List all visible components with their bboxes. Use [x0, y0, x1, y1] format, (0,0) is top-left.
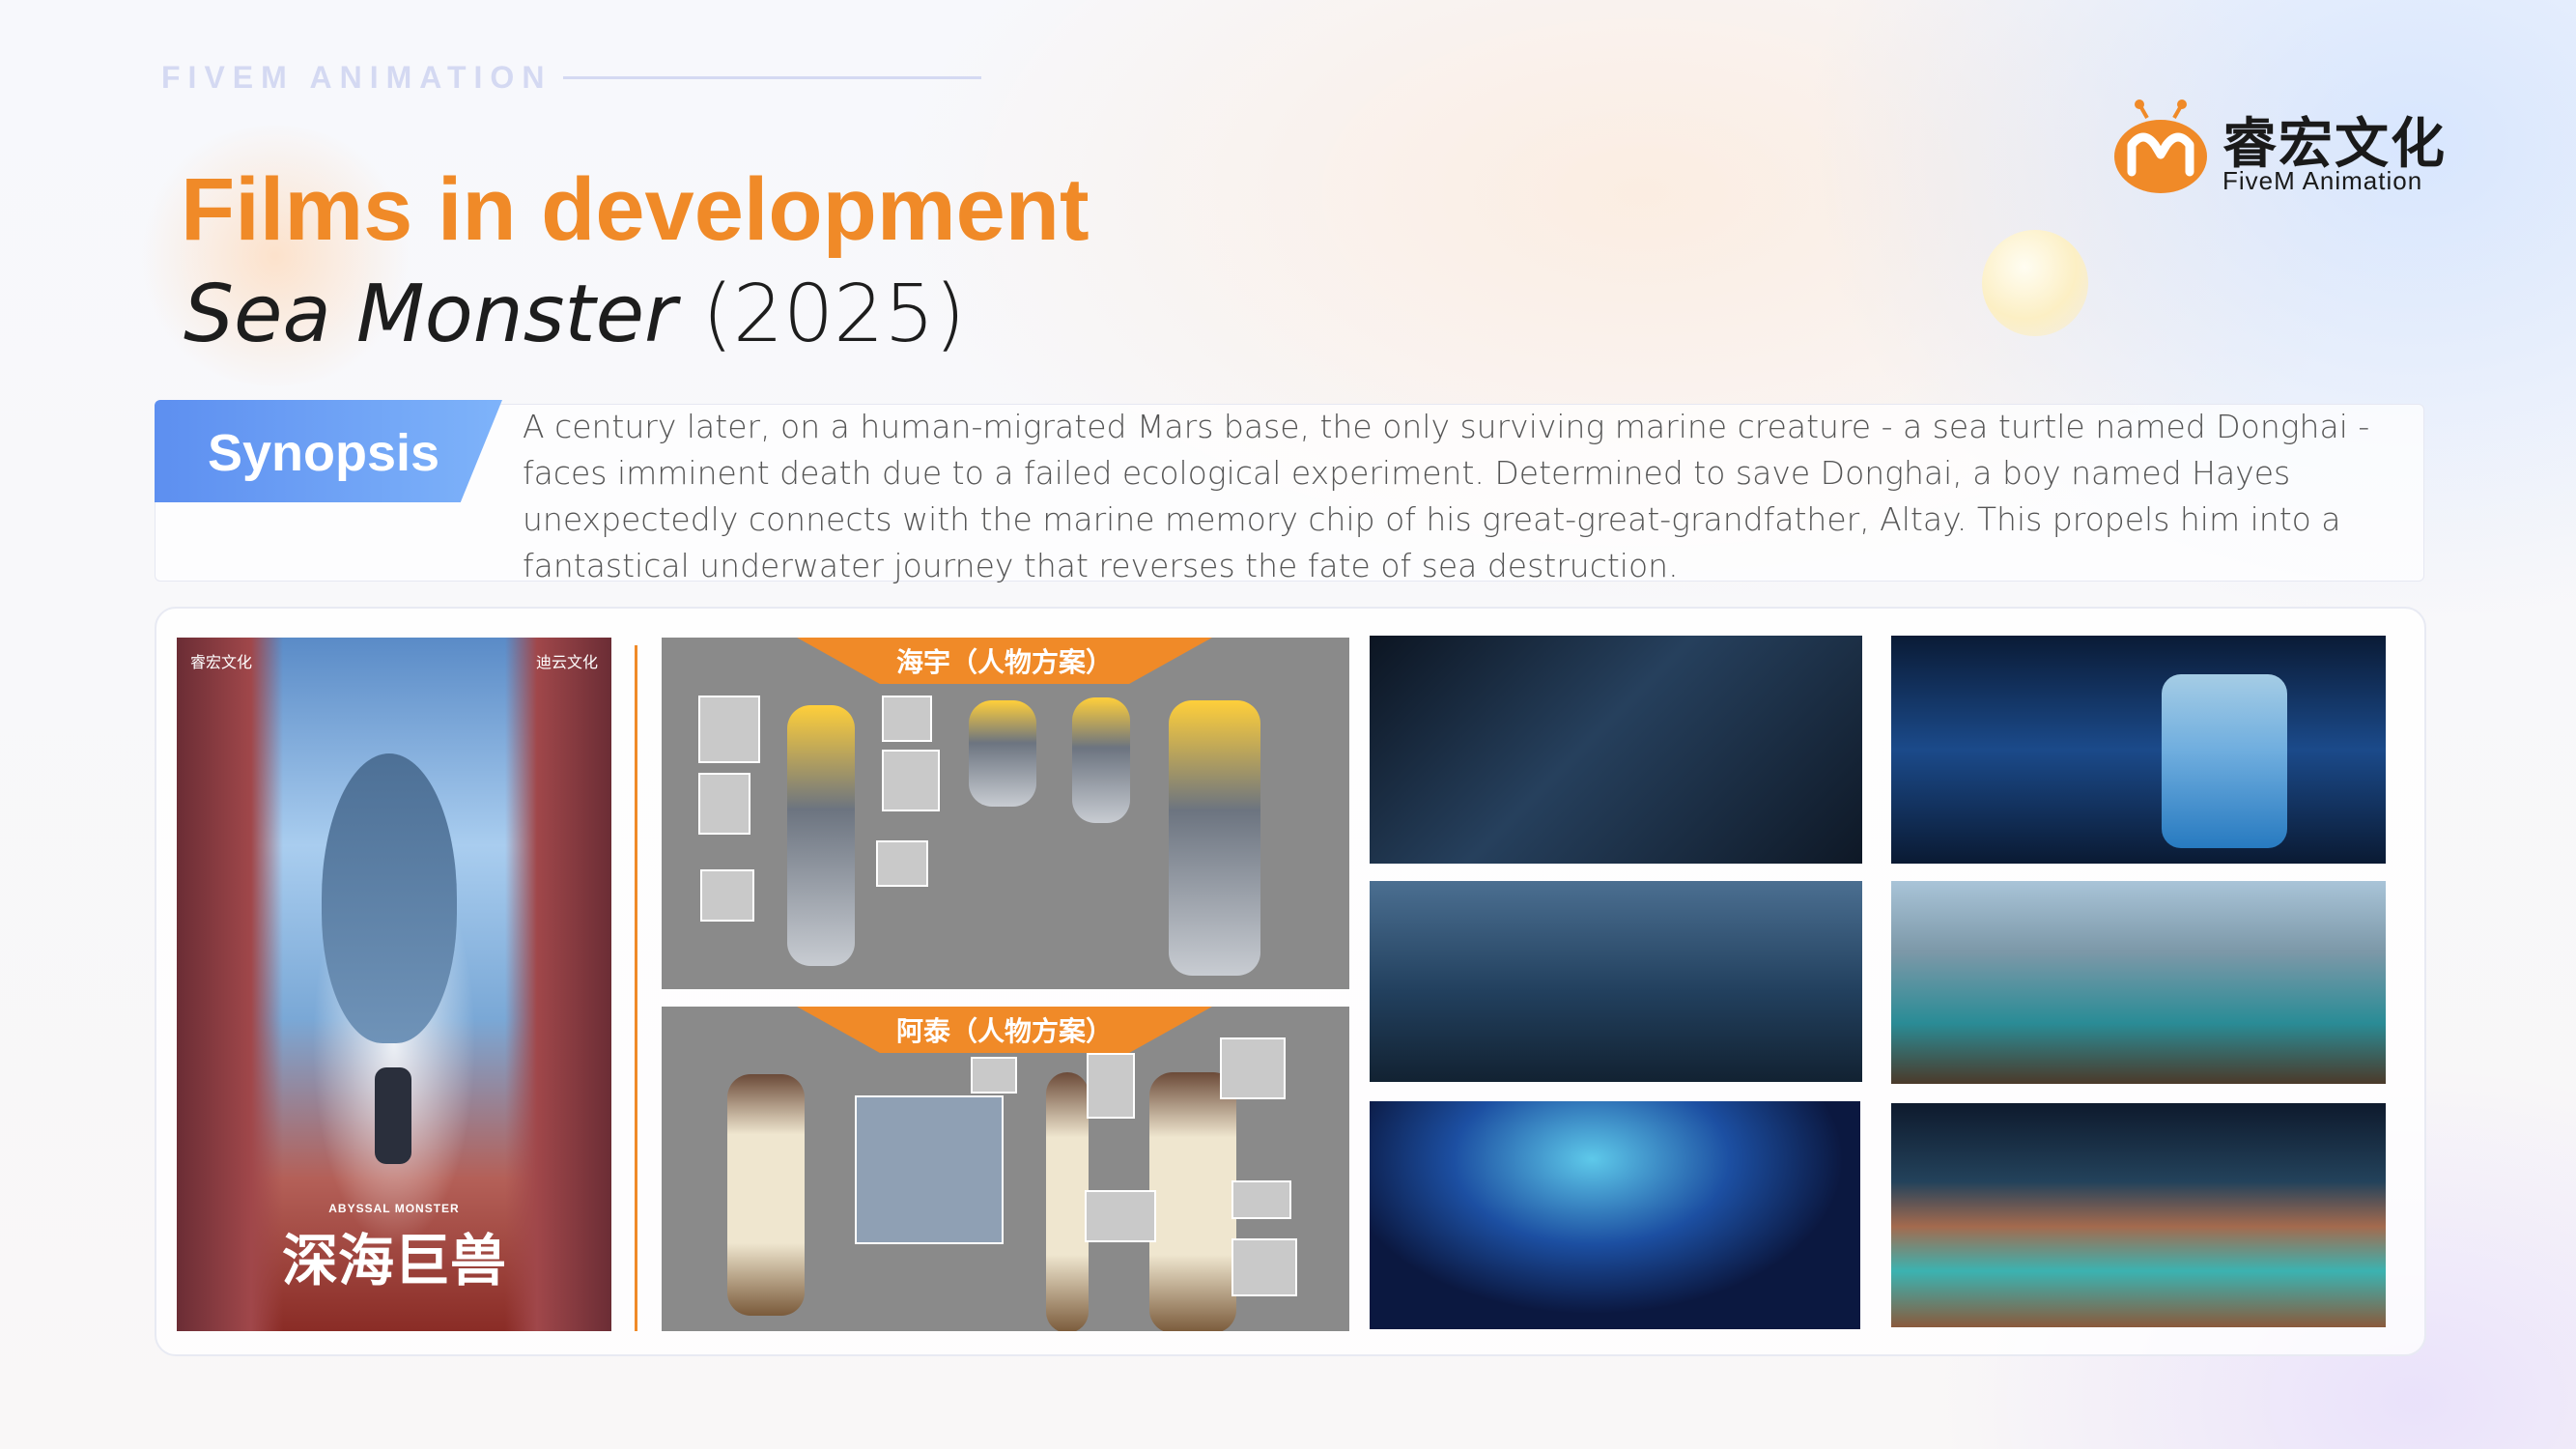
- poster-studio-right: 迪云文化: [535, 655, 598, 671]
- character-figure: [727, 1074, 805, 1316]
- character-sheet-label: 海宇（人物方案）: [895, 647, 1113, 677]
- poster-sea-monster: [322, 753, 457, 1043]
- eyebrow-rule: [563, 76, 982, 79]
- character-figure: [969, 700, 1036, 807]
- synopsis-text: A century later, on a human-migrated Mar…: [523, 408, 2370, 584]
- decorative-orb: [1982, 230, 2088, 336]
- poster-tagline: ABYSSAL MONSTER: [328, 1202, 460, 1215]
- eyebrow-header: FIVEM ANIMATION: [161, 60, 982, 96]
- sheet-thumb: [698, 696, 760, 763]
- sheet-thumb: [1220, 1037, 1286, 1099]
- movie-poster: 睿宏文化 迪云文化 ABYSSAL MONSTER 深海巨兽: [177, 638, 611, 1331]
- character-figure: [787, 705, 855, 966]
- character-sheet-banner: 海宇（人物方案）: [797, 638, 1212, 684]
- concept-art-mars-city: [1891, 1103, 2386, 1327]
- fivem-logo-icon: [2114, 99, 2207, 193]
- concept-art-space-station: [1370, 636, 1862, 864]
- synopsis-tag: Synopsis: [155, 400, 502, 502]
- concept-art-coastline: [1891, 881, 2386, 1084]
- sheet-thumb: [1087, 1053, 1135, 1119]
- sheet-thumb: [1231, 1180, 1291, 1219]
- poster-diver: [375, 1067, 411, 1164]
- poster-studio-left: 睿宏文化: [190, 655, 253, 671]
- character-sheet-haiyu: 海宇（人物方案）: [662, 638, 1349, 989]
- sheet-thumb: [1085, 1190, 1156, 1242]
- character-sheet-label: 阿泰（人物方案）: [895, 1016, 1113, 1046]
- logo-english-name: FiveM Animation: [2222, 166, 2423, 195]
- concept-art-turtle-lab: [1891, 636, 2386, 864]
- concept-art-tank: [2162, 674, 2287, 848]
- character-figure: [1149, 1072, 1236, 1331]
- sheet-thumb: [698, 773, 750, 835]
- gallery-divider: [635, 645, 637, 1331]
- concept-art-ship-deck: [1370, 881, 1862, 1082]
- sheet-thumb: [882, 750, 940, 811]
- eyebrow-text: FIVEM ANIMATION: [161, 60, 552, 95]
- sheet-thumb: [971, 1057, 1017, 1094]
- character-sheet-atai: 阿泰（人物方案）: [662, 1007, 1349, 1331]
- page-title: Films in development: [181, 160, 1090, 259]
- sheet-thumb: [876, 840, 928, 887]
- sheet-thumb: [855, 1095, 1004, 1244]
- poster-title: 深海巨兽: [281, 1230, 506, 1293]
- sheet-thumb: [700, 869, 754, 922]
- character-sheet-banner: 阿泰（人物方案）: [797, 1007, 1212, 1053]
- sheet-thumb: [1231, 1238, 1297, 1296]
- film-year: (2025): [701, 269, 966, 360]
- film-heading: Sea Monster (2025): [184, 269, 966, 360]
- concept-art-underwater-cave: [1370, 1101, 1860, 1329]
- film-title: Sea Monster: [184, 269, 677, 360]
- character-figure: [1072, 697, 1130, 823]
- character-figure: [1046, 1072, 1089, 1331]
- character-figure: [1169, 700, 1260, 976]
- synopsis-label: Synopsis: [208, 424, 440, 482]
- company-logo: 睿宏文化 FiveM Animation: [2110, 97, 2445, 203]
- sheet-thumb: [882, 696, 932, 742]
